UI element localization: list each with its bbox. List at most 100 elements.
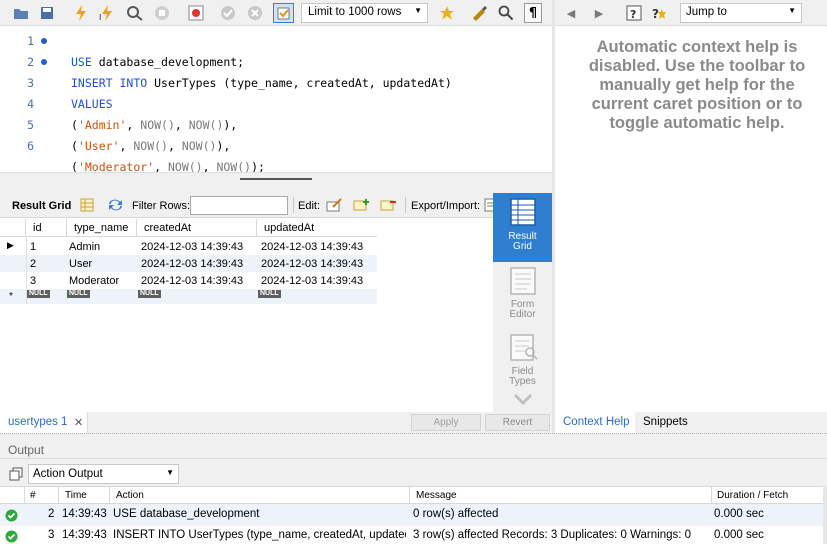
execute-icon[interactable] <box>72 4 90 22</box>
panel-label: Grid <box>513 241 532 252</box>
function-call: NOW() <box>140 118 175 132</box>
cell-updated-at[interactable]: 2024-12-03 14:39:43 <box>261 258 363 270</box>
refresh-icon[interactable] <box>106 197 124 213</box>
delete-row-icon[interactable] <box>379 197 397 213</box>
save-icon[interactable] <box>38 5 56 21</box>
cell-created-at[interactable]: 2024-12-03 14:39:43 <box>141 275 243 287</box>
result-side-panel: Result Grid Form Editor Field Types <box>493 193 552 412</box>
output-row[interactable]: 3 14:39:43 INSERT INTO UserTypes (type_n… <box>0 526 823 544</box>
cell-type-name[interactable]: Admin <box>69 241 100 253</box>
new-row[interactable]: * NULL NULL NULL NULL <box>0 289 377 304</box>
output-scrollbar[interactable] <box>823 486 827 544</box>
column-header[interactable]: Duration / Fetch <box>717 490 788 501</box>
code-line-3: VALUES <box>71 94 546 115</box>
keyword: VALUES <box>71 97 113 111</box>
filter-rows-input[interactable] <box>190 196 288 215</box>
chevron-down-icon: ▼ <box>414 6 422 15</box>
svg-text:?: ? <box>630 8 636 21</box>
cell-type-name[interactable]: User <box>69 258 92 270</box>
cell-updated-at[interactable]: 2024-12-03 14:39:43 <box>261 275 363 287</box>
tab-snippets[interactable]: Snippets <box>637 412 697 433</box>
beautify-star-icon[interactable] <box>438 4 456 22</box>
apply-button[interactable]: Apply <box>411 414 481 431</box>
commit-icon[interactable] <box>219 4 237 22</box>
auto-help-icon[interactable]: ? <box>651 4 669 22</box>
revert-button[interactable]: Revert <box>485 414 550 431</box>
format-brush-icon[interactable] <box>470 4 488 22</box>
add-row-icon[interactable] <box>352 197 370 213</box>
result-grid-label: Result Grid <box>12 200 72 212</box>
code-text: , <box>167 139 182 153</box>
cell-created-at[interactable]: 2024-12-03 14:39:43 <box>141 241 243 253</box>
column-header[interactable]: id <box>33 222 42 234</box>
code-text: UserTypes (type_name, createdAt, updated… <box>147 76 452 90</box>
function-call: NOW() <box>188 118 224 132</box>
field-types-panel-button[interactable]: Field Types <box>493 331 552 391</box>
tab-context-help[interactable]: Context Help <box>555 412 635 433</box>
forward-icon[interactable]: ▶ <box>591 4 607 22</box>
form-editor-icon <box>510 267 536 295</box>
result-tab-label: usertypes 1 <box>8 416 68 428</box>
cell-updated-at[interactable]: 2024-12-03 14:39:43 <box>261 241 363 253</box>
execute-current-icon[interactable]: I <box>98 4 116 22</box>
stop-icon[interactable] <box>153 4 171 22</box>
output-type-select[interactable]: Action Output ▼ <box>28 464 179 484</box>
chevron-down-icon[interactable] <box>512 392 534 406</box>
sql-editor[interactable]: 1 2 3 4 5 6 USE database_development; INS… <box>0 27 552 174</box>
cell-id[interactable]: 2 <box>30 258 36 270</box>
invisible-chars-icon[interactable]: ¶ <box>524 3 542 23</box>
cell-id[interactable]: 1 <box>30 241 36 253</box>
column-header[interactable]: Action <box>116 490 144 501</box>
explain-icon[interactable] <box>125 4 145 22</box>
string-literal: 'User' <box>77 139 120 153</box>
manual-help-icon[interactable]: ? <box>625 4 643 22</box>
jump-to-select[interactable]: Jump to ▼ <box>680 3 802 23</box>
row-action: USE database_development <box>113 508 260 520</box>
column-header[interactable]: type_name <box>74 222 128 234</box>
cell-id[interactable]: 3 <box>30 275 36 287</box>
code-text: , <box>174 118 189 132</box>
toggle-error-icon[interactable] <box>187 4 205 22</box>
back-icon[interactable]: ◀ <box>563 4 579 22</box>
column-header[interactable]: # <box>30 490 36 501</box>
cell-created-at[interactable]: 2024-12-03 14:39:43 <box>141 258 243 270</box>
find-icon[interactable] <box>497 4 515 22</box>
autocommit-icon[interactable] <box>273 3 294 23</box>
null-badge: NULL <box>258 290 281 298</box>
output-title: Output <box>8 443 45 457</box>
table-row[interactable]: 2 User 2024-12-03 14:39:43 2024-12-03 14… <box>0 255 377 272</box>
result-grid[interactable]: id type_name createdAt updatedAt ▶ 1 Adm… <box>0 219 493 411</box>
column-header[interactable]: Message <box>416 490 457 501</box>
column-header[interactable]: updatedAt <box>264 222 314 234</box>
close-icon[interactable]: ✕ <box>74 416 83 429</box>
cell-type-name[interactable]: Moderator <box>69 275 119 287</box>
edit-label: Edit: <box>298 200 321 212</box>
row-message: 0 row(s) affected <box>413 508 499 520</box>
gutter-line: 2 <box>16 52 56 73</box>
table-row[interactable]: ▶ 1 Admin 2024-12-03 14:39:43 2024-12-03… <box>0 238 377 255</box>
chevron-down-icon: ▼ <box>788 6 796 15</box>
limit-rows-select[interactable]: Limit to 1000 rows ▼ <box>301 3 428 23</box>
table-row[interactable]: 3 Moderator 2024-12-03 14:39:43 2024-12-… <box>0 272 377 289</box>
copy-icon[interactable] <box>8 466 24 482</box>
result-grid-panel-button[interactable]: Result Grid <box>493 193 552 262</box>
horizontal-splitter[interactable] <box>0 172 552 193</box>
rollback-icon[interactable] <box>246 4 264 22</box>
form-editor-panel-button[interactable]: Form Editor <box>493 263 552 327</box>
column-header[interactable]: Time <box>65 490 87 501</box>
edit-row-icon[interactable] <box>325 197 343 213</box>
export-icon[interactable] <box>484 197 493 213</box>
output-row[interactable]: 2 14:39:43 USE database_development 0 ro… <box>0 505 823 525</box>
row-time: 14:39:43 <box>62 508 107 520</box>
new-row-star-icon: * <box>9 291 13 302</box>
keyword: USE <box>71 55 92 69</box>
jump-to-value: Jump to <box>686 6 727 18</box>
column-header[interactable]: createdAt <box>144 222 191 234</box>
grid-view-icon[interactable] <box>79 197 95 213</box>
result-grid-icon <box>510 198 536 226</box>
result-tab[interactable]: usertypes 1 ✕ <box>0 412 88 433</box>
result-tab-bar: usertypes 1 ✕ Apply Revert <box>0 412 552 433</box>
open-folder-icon[interactable] <box>12 5 30 21</box>
code-text: ), <box>223 118 238 132</box>
code-text: , <box>126 118 141 132</box>
